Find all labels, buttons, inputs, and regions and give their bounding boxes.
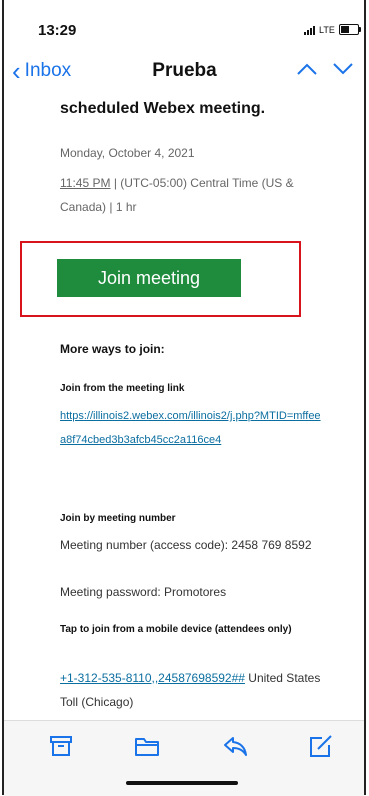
archive-icon [50,736,72,756]
mobile-join-line: +1-312-535-8110,,24587698592## United St… [60,666,330,714]
phone-screen: 13:29 LTE ‹ Inbox Prueba scheduled Webex… [0,0,369,796]
meeting-date: Monday, October 4, 2021 [60,146,195,160]
reply-icon [224,737,247,756]
status-time: 13:29 [38,22,77,39]
meeting-password: Meeting password: Promotores [60,585,227,599]
previous-message-button[interactable] [296,62,318,81]
chevron-down-icon [333,63,353,75]
meeting-time: 11:45 PM | (UTC-05:00) Central Time (US … [60,171,330,219]
move-to-folder-button[interactable] [134,734,160,758]
home-indicator[interactable] [126,781,238,785]
link-section-title: Join from the meeting link [60,383,185,394]
meeting-start-time[interactable]: 11:45 PM [60,176,110,190]
signal-icon [304,25,315,35]
archive-button[interactable] [48,734,74,758]
frame-border-right [364,0,366,795]
more-ways-heading: More ways to join: [60,342,165,356]
battery-icon [338,24,361,35]
meeting-number: Meeting number (access code): 2458 769 8… [60,538,312,552]
meeting-link[interactable]: https://illinois2.webex.com/illinois2/j.… [60,404,322,452]
network-label: LTE [319,24,335,35]
compose-button[interactable] [308,734,334,758]
reply-button[interactable] [222,734,248,758]
email-heading: scheduled Webex meeting. [60,100,266,117]
number-section-title: Join by meeting number [60,513,176,524]
mobile-join-number[interactable]: +1-312-535-8110,,24587698592## [60,671,245,685]
frame-border-left [2,0,4,795]
chevron-up-icon [297,63,317,75]
status-indicators: LTE [304,24,361,35]
mobile-section-title: Tap to join from a mobile device (attend… [60,624,292,635]
join-meeting-button[interactable]: Join meeting [57,259,241,297]
folder-icon [135,738,159,756]
next-message-button[interactable] [332,62,354,81]
compose-icon [310,735,332,757]
message-navigation [296,62,354,81]
